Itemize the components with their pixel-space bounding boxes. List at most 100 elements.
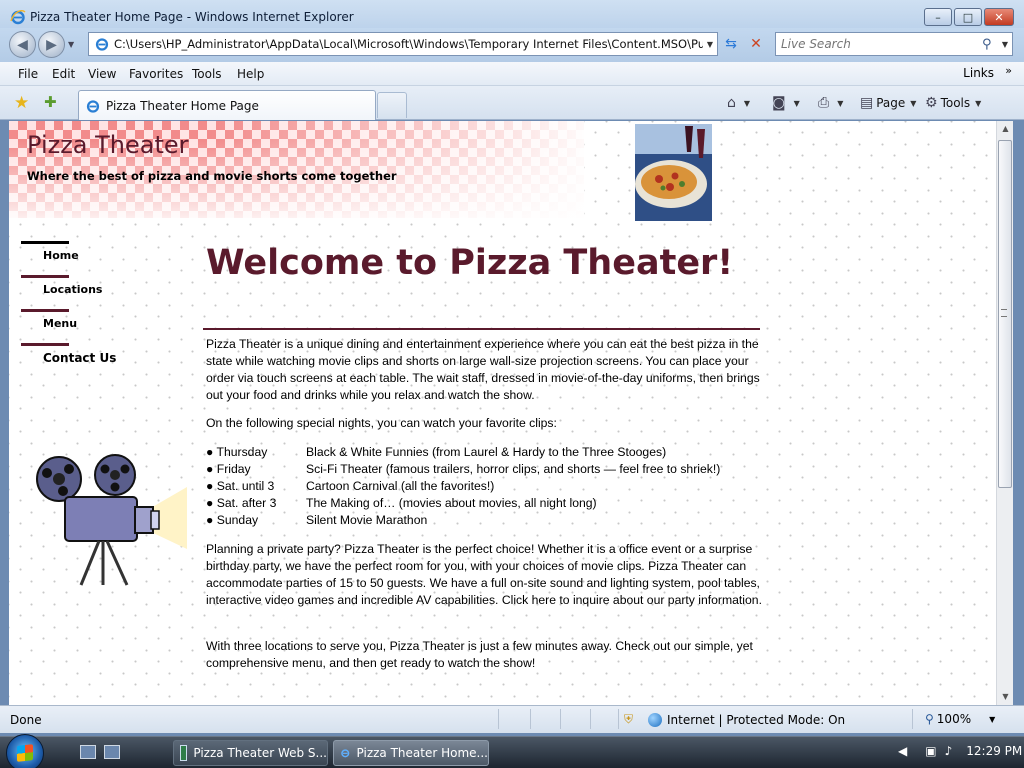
menu-help[interactable]: Help [237,67,264,81]
favorites-star-icon[interactable]: ★ [14,93,29,113]
menu-tools[interactable]: Tools [192,67,222,81]
nav-contact-us-label[interactable]: Contact Us [43,351,116,365]
site-title: Pizza Theater [27,131,189,159]
search-icon[interactable]: ⚲ [982,37,998,52]
taskbar-button-publisher[interactable]: Pizza Theater Web S... [173,740,328,766]
rss-feed-icon: ◙ [772,95,786,111]
recent-pages-dropdown-icon[interactable]: ▼ [68,40,74,49]
volume-icon[interactable]: ♪ [945,744,953,758]
show-desktop-icon[interactable] [80,745,96,759]
back-button[interactable]: ◀ [9,31,36,58]
home-icon: ⌂ [727,95,736,111]
forward-arrow-icon: ▶ [46,36,57,53]
menu-view[interactable]: View [88,67,116,81]
security-zone[interactable]: Internet | Protected Mode: On [648,713,845,727]
tools-menu-label: Tools [940,96,971,110]
night-show: The Making of… (movies about movies, all… [306,496,597,510]
nav-indicator [21,343,69,346]
tab-label: Pizza Theater Home Page [106,98,259,113]
nav-contact-us[interactable]: Contact Us [21,343,171,377]
chevron-down-icon[interactable]: ▼ [744,99,750,108]
chevron-down-icon[interactable]: ▼ [837,99,843,108]
chevron-right-icon[interactable]: » [1005,64,1012,77]
clock[interactable]: 12:29 PM [966,744,1022,758]
links-toolbar[interactable]: Links [963,66,994,80]
main-content: Welcome to Pizza Theater! Pizza Theater … [203,243,763,670]
nav-home[interactable]: Home [21,241,171,275]
chevron-down-icon[interactable]: ▼ [794,99,800,108]
scroll-up-icon[interactable]: ▲ [997,121,1014,137]
status-divider [912,709,913,729]
add-favorite-icon[interactable]: ✚ [44,93,57,111]
close-button[interactable]: ✕ [984,8,1014,26]
maximize-button[interactable]: □ [954,8,982,26]
menu-bar: File Edit View Favorites Tools Help Link… [0,62,1024,86]
scroll-down-icon[interactable]: ▼ [997,689,1014,705]
search-box[interactable]: ⚲ ▼ [775,32,1013,56]
status-divider [590,709,591,729]
night-show: Cartoon Carnival (all the favorites!) [306,479,495,493]
printer-icon: ⎙ [818,95,830,111]
pizza-photo [635,124,712,221]
zoom-control[interactable]: ⚲ 100% ▼ [925,712,995,726]
taskbar-button-label: Pizza Theater Web S... [193,746,327,760]
scrollbar-grip [1001,309,1007,317]
feeds-button[interactable]: ◙ ▼ [772,95,800,111]
nav-locations[interactable]: Locations [21,275,171,309]
vertical-scrollbar[interactable]: ▲ ▼ [996,121,1013,705]
chevron-down-icon[interactable]: ▼ [910,99,916,108]
switch-windows-icon[interactable] [104,745,120,759]
search-options-dropdown-icon[interactable]: ▼ [998,40,1012,49]
nav-menu-label[interactable]: Menu [43,317,77,330]
forward-button[interactable]: ▶ [38,31,65,58]
zoom-icon: ⚲ [925,712,934,726]
menu-edit[interactable]: Edit [52,67,75,81]
home-button[interactable]: ⌂ ▼ [727,95,750,111]
system-tray: ◀ ▣ ♪ 12:29 PM [890,744,1022,758]
address-url[interactable]: C:\Users\HP_Administrator\AppData\Local\… [114,37,703,51]
night-day: ● Sunday [206,513,259,527]
nav-indicator [21,309,69,312]
security-shield-icon[interactable]: ⛨ [624,712,633,727]
site-navigation: Home Locations Menu Contact Us [21,241,171,377]
address-dropdown-icon[interactable]: ▼ [703,40,717,49]
night-day: ● Thursday [206,445,268,459]
menu-file[interactable]: File [18,67,38,81]
page-menu-label: Page [876,96,906,110]
nav-locations-label[interactable]: Locations [43,283,102,296]
status-divider [498,709,499,729]
network-icon[interactable]: ▣ [925,744,936,758]
new-tab-button[interactable] [377,92,407,118]
page-icon [86,99,100,113]
list-item: ● Friday Sci-Fi Theater (famous trailers,… [206,461,766,478]
window-title: Pizza Theater Home Page - Windows Intern… [30,10,354,24]
tools-menu-button[interactable]: ⚙ Tools ▼ [925,95,981,111]
chevron-down-icon[interactable]: ▼ [975,99,981,108]
nav-home-label[interactable]: Home [43,249,79,262]
status-bar: Done ⛨ Internet | Protected Mode: On ⚲ 1… [0,705,1024,733]
status-divider [560,709,561,729]
print-button[interactable]: ⎙ ▼ [818,95,843,111]
refresh-button[interactable]: ⇆ [720,32,742,56]
stop-button[interactable]: ✕ [745,32,767,56]
back-arrow-icon: ◀ [17,36,28,53]
tray-expand-icon[interactable]: ◀ [898,744,907,758]
night-show: Silent Movie Marathon [306,513,428,527]
tab-pizza-theater-home[interactable]: Pizza Theater Home Page [78,90,376,120]
page-heading: Welcome to Pizza Theater! [206,243,734,283]
start-button[interactable] [6,734,44,768]
film-projector-illustration [36,454,187,586]
page-menu-button[interactable]: ▤ Page ▼ [860,95,916,111]
chevron-down-icon[interactable]: ▼ [989,715,995,724]
menu-favorites[interactable]: Favorites [129,67,183,81]
night-show: Black & White Funnies (from Laurel & Har… [306,445,667,459]
minimize-button[interactable]: – [924,8,952,26]
security-zone-label: Internet | Protected Mode: On [667,713,846,727]
search-input[interactable] [781,37,982,51]
address-bar[interactable]: C:\Users\HP_Administrator\AppData\Local\… [88,32,718,56]
locations-paragraph: With three locations to serve you, Pizza… [206,639,753,670]
zoom-level: 100% [936,712,972,726]
taskbar-button-label: Pizza Theater Home... [356,746,488,760]
nav-menu[interactable]: Menu [21,309,171,343]
taskbar-button-ie[interactable]: Pizza Theater Home... [333,740,489,766]
